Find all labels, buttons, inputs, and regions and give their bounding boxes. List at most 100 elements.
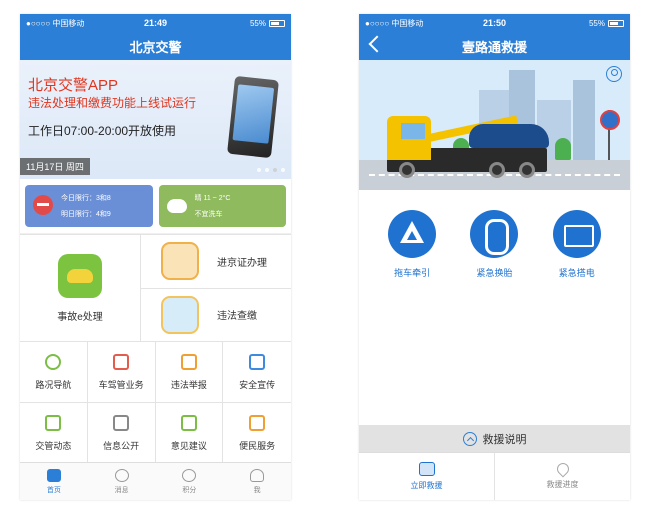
points-tab-icon [182, 468, 197, 482]
violation-query-button[interactable]: 违法查缴 [141, 287, 291, 342]
page-title-bar: 壹路通救援 [359, 32, 630, 60]
tow-truck-icon [418, 462, 435, 476]
grid-label: 路况导航 [35, 379, 72, 390]
tab-label: 首页 [46, 486, 61, 494]
grid-item-convenience[interactable]: 便民服务 [223, 403, 291, 464]
home-tab-icon [46, 468, 61, 482]
grid-label: 安全宣传 [239, 379, 276, 390]
battery-icon [552, 210, 601, 258]
tow-service-button[interactable]: 拖车牵引 [377, 210, 447, 279]
permit-label: 进京证办理 [217, 257, 267, 269]
edit-icon [180, 414, 197, 431]
carousel-dot-active[interactable] [273, 168, 277, 172]
carousel-dots[interactable] [257, 168, 285, 172]
grid-label: 便民服务 [239, 440, 276, 451]
carousel-dot[interactable] [257, 168, 261, 172]
service-label: 紧急搭电 [558, 268, 595, 278]
violation-label: 违法查缴 [217, 311, 257, 323]
carousel-dot[interactable] [281, 168, 285, 172]
profile-tab-icon [250, 468, 265, 482]
tree-icon [555, 138, 571, 160]
header: ●○○○○ 中国移动 21:50 55% 壹路通救援 [359, 14, 630, 60]
bottom-tab-bar: 立即救援 救援进度 [359, 452, 630, 500]
grid-item-safety[interactable]: 安全宣传 [223, 342, 291, 403]
beijing-permit-button[interactable]: 进京证办理 [141, 235, 291, 288]
main-services: 事故e处理 进京证办理 违法查缴 [20, 234, 291, 341]
location-icon [45, 353, 62, 370]
page-title: 北京交警 [129, 39, 182, 55]
accident-e-button[interactable]: 事故e处理 [20, 235, 141, 341]
battery-percent: 55% [249, 18, 266, 28]
rescue-explanation-toggle[interactable]: 救援说明 [359, 425, 630, 452]
status-bar: ●○○○○ 中国移动 21:49 55% [20, 14, 291, 32]
grid-item-report[interactable]: 违法举报 [155, 342, 224, 403]
traffic-restriction-card[interactable]: 今日限行：3和8 明日限行：4和9 [25, 185, 153, 227]
grid-label: 交管动态 [35, 440, 72, 451]
cloud-sun-icon [166, 199, 187, 213]
chevron-up-icon [462, 431, 477, 446]
tab-points[interactable]: 积分 [156, 463, 224, 500]
towed-car-icon [469, 124, 549, 148]
tab-label: 我 [253, 486, 261, 494]
wheel [399, 162, 415, 178]
grid-item-navigation[interactable]: 路况导航 [20, 342, 88, 403]
battery-icon [269, 19, 285, 27]
banner-hours: 工作日07:00-20:00开放使用 [28, 124, 177, 138]
right-phone-screen: ●○○○○ 中国移动 21:50 55% 壹路通救援 拖车牵引 紧急换胎 紧急搭… [359, 14, 630, 500]
megaphone-icon [113, 414, 130, 431]
tab-label: 救援进度 [546, 480, 579, 489]
status-bar: ●○○○○ 中国移动 21:50 55% [359, 14, 630, 32]
car-icon [58, 253, 102, 298]
rescue-services: 拖车牵引 紧急换胎 紧急搭电 [359, 190, 630, 279]
tab-rescue-progress[interactable]: 救援进度 [494, 453, 630, 500]
grid-label: 车驾管业务 [98, 379, 144, 390]
info-row: 今日限行：3和8 明日限行：4和9 晴 11 ~ 2°C 不宜洗车 [20, 179, 291, 233]
grid-item-vehicle-license[interactable]: 车驾管业务 [87, 342, 156, 403]
tab-rescue-now[interactable]: 立即救援 [359, 453, 494, 500]
back-arrow-icon[interactable] [367, 36, 381, 50]
truck-cab [387, 116, 431, 160]
camera-icon [180, 353, 197, 370]
banner-title: 北京交警APP [28, 77, 119, 94]
tab-home[interactable]: 首页 [20, 463, 88, 500]
grid-item-feedback[interactable]: 意见建议 [155, 403, 224, 464]
document-icon [113, 353, 130, 370]
grid-label: 违法举报 [170, 379, 207, 390]
grid-label: 意见建议 [170, 440, 207, 451]
weather-card[interactable]: 晴 11 ~ 2°C 不宜洗车 [158, 185, 286, 227]
tow-truck-illustration [359, 60, 630, 190]
service-label: 紧急换胎 [476, 268, 513, 278]
tab-messages[interactable]: 消息 [88, 463, 156, 500]
message-icon [45, 414, 62, 431]
jump-start-button[interactable]: 紧急搭电 [542, 210, 612, 279]
today-restriction: 今日限行：3和8 [61, 195, 111, 202]
tab-label: 消息 [114, 486, 129, 494]
chat-tab-icon [114, 468, 129, 482]
battery-icon [608, 19, 624, 27]
carwash-advice: 不宜洗车 [194, 211, 223, 218]
weather-temp: 晴 11 ~ 2°C [194, 195, 231, 202]
grid-item-news[interactable]: 交管动态 [20, 403, 88, 464]
carousel-dot[interactable] [265, 168, 269, 172]
tire-icon [470, 210, 519, 258]
service-label: 拖车牵引 [394, 268, 431, 278]
phone-illustration-icon [227, 75, 279, 159]
grid-item-disclosure[interactable]: 信息公开 [87, 403, 156, 464]
tomorrow-restriction: 明日限行：4和9 [61, 211, 111, 218]
battery-percent: 55% [588, 18, 605, 28]
user-profile-icon[interactable] [606, 66, 622, 82]
home-icon [249, 414, 266, 431]
tab-label: 立即救援 [410, 481, 443, 490]
wheel [489, 162, 505, 178]
wheel [519, 162, 535, 178]
grid-label: 信息公开 [103, 440, 140, 451]
promo-banner[interactable]: 北京交警APP 违法处理和缴费功能上线试运行 工作日07:00-20:00开放使… [20, 60, 291, 179]
magnifier-document-icon [161, 295, 199, 334]
bottom-tab-bar: 首页 消息 积分 我 [20, 462, 291, 500]
tire-change-button[interactable]: 紧急换胎 [459, 210, 529, 279]
location-pin-icon [554, 460, 571, 478]
left-phone-screen: ●○○○○ 中国移动 21:49 55% 北京交警 北京交警APP 违法处理和缴… [20, 14, 291, 500]
explain-label: 救援说明 [482, 433, 527, 446]
page-title: 壹路通救援 [461, 39, 527, 55]
tab-profile[interactable]: 我 [223, 463, 291, 500]
